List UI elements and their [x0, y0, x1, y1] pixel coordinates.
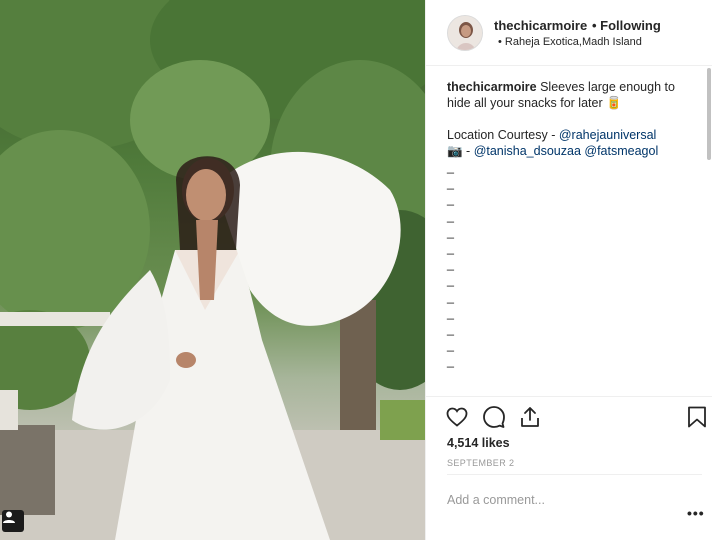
likes-count[interactable]: 4,514 likes — [447, 436, 510, 450]
caption-dash-line: _ — [447, 273, 454, 288]
caption-dash-line: _ — [447, 289, 454, 304]
caption-dash-line: _ — [447, 305, 454, 320]
caption-dash-line: _ — [447, 240, 454, 255]
avatar[interactable] — [447, 15, 483, 51]
mention-tanisha[interactable]: @tanisha_dsouzaa — [474, 144, 581, 158]
comment-input[interactable] — [447, 489, 667, 511]
caption-dash-line: _ — [447, 321, 454, 336]
post-side-panel: thechicarmoire • Following • Raheja Exot… — [425, 0, 712, 540]
caption-dash-line: _ — [447, 338, 454, 353]
username-link[interactable]: thechicarmoire — [494, 18, 587, 33]
credit-line: 📷 - @tanisha_dsouzaa @fatsmeagol — [447, 143, 690, 159]
caption-dash-line: _ — [447, 257, 454, 272]
post-header: thechicarmoire • Following • Raheja Exot… — [426, 0, 712, 66]
share-icon[interactable] — [518, 405, 542, 429]
location-courtesy-label: Location Courtesy - — [447, 128, 559, 142]
comment-icon[interactable] — [482, 405, 506, 429]
more-options-icon[interactable]: ••• — [687, 505, 705, 521]
caption-dash-line: _ — [447, 176, 454, 191]
caption-emoji: 🥫 — [606, 96, 622, 110]
bookmark-icon[interactable] — [685, 405, 709, 429]
mention-rahejauniversal[interactable]: @rahejauniversal — [559, 128, 656, 142]
post-photo[interactable] — [0, 0, 425, 540]
camera-emoji-icon: 📷 — [447, 144, 463, 158]
action-bar — [426, 396, 712, 436]
comment-bar: ••• — [447, 474, 705, 530]
post-date: SEPTEMBER 2 — [447, 458, 515, 468]
caption-scrollbar[interactable] — [707, 68, 711, 160]
caption-area: thechicarmoire Sleeves large enough to h… — [426, 66, 706, 396]
caption-dash-line: _ — [447, 208, 454, 223]
caption-dash-line: _ — [447, 160, 454, 174]
user-tag-icon[interactable] — [2, 510, 24, 532]
location-link[interactable]: • Raheja Exotica,Madh Island — [498, 36, 642, 48]
following-status[interactable]: • Following — [592, 18, 661, 33]
heart-icon[interactable] — [445, 405, 469, 429]
caption-dash-line: _ — [447, 224, 454, 239]
caption-text: thechicarmoire Sleeves large enough to h… — [447, 79, 690, 111]
caption-username[interactable]: thechicarmoire — [447, 80, 537, 94]
caption-dash-line: _ — [447, 192, 454, 207]
dash-list: _ _ _ _ _ _ _ _ _ _ _ _ _ — [447, 159, 690, 369]
credit-separator: - — [462, 144, 474, 158]
caption-dash-line: _ — [447, 354, 454, 369]
photo-illustration — [0, 0, 425, 540]
mention-fatsmeagol[interactable]: @fatsmeagol — [584, 144, 658, 158]
location-courtesy-line: Location Courtesy - @rahejauniversal — [447, 127, 690, 143]
